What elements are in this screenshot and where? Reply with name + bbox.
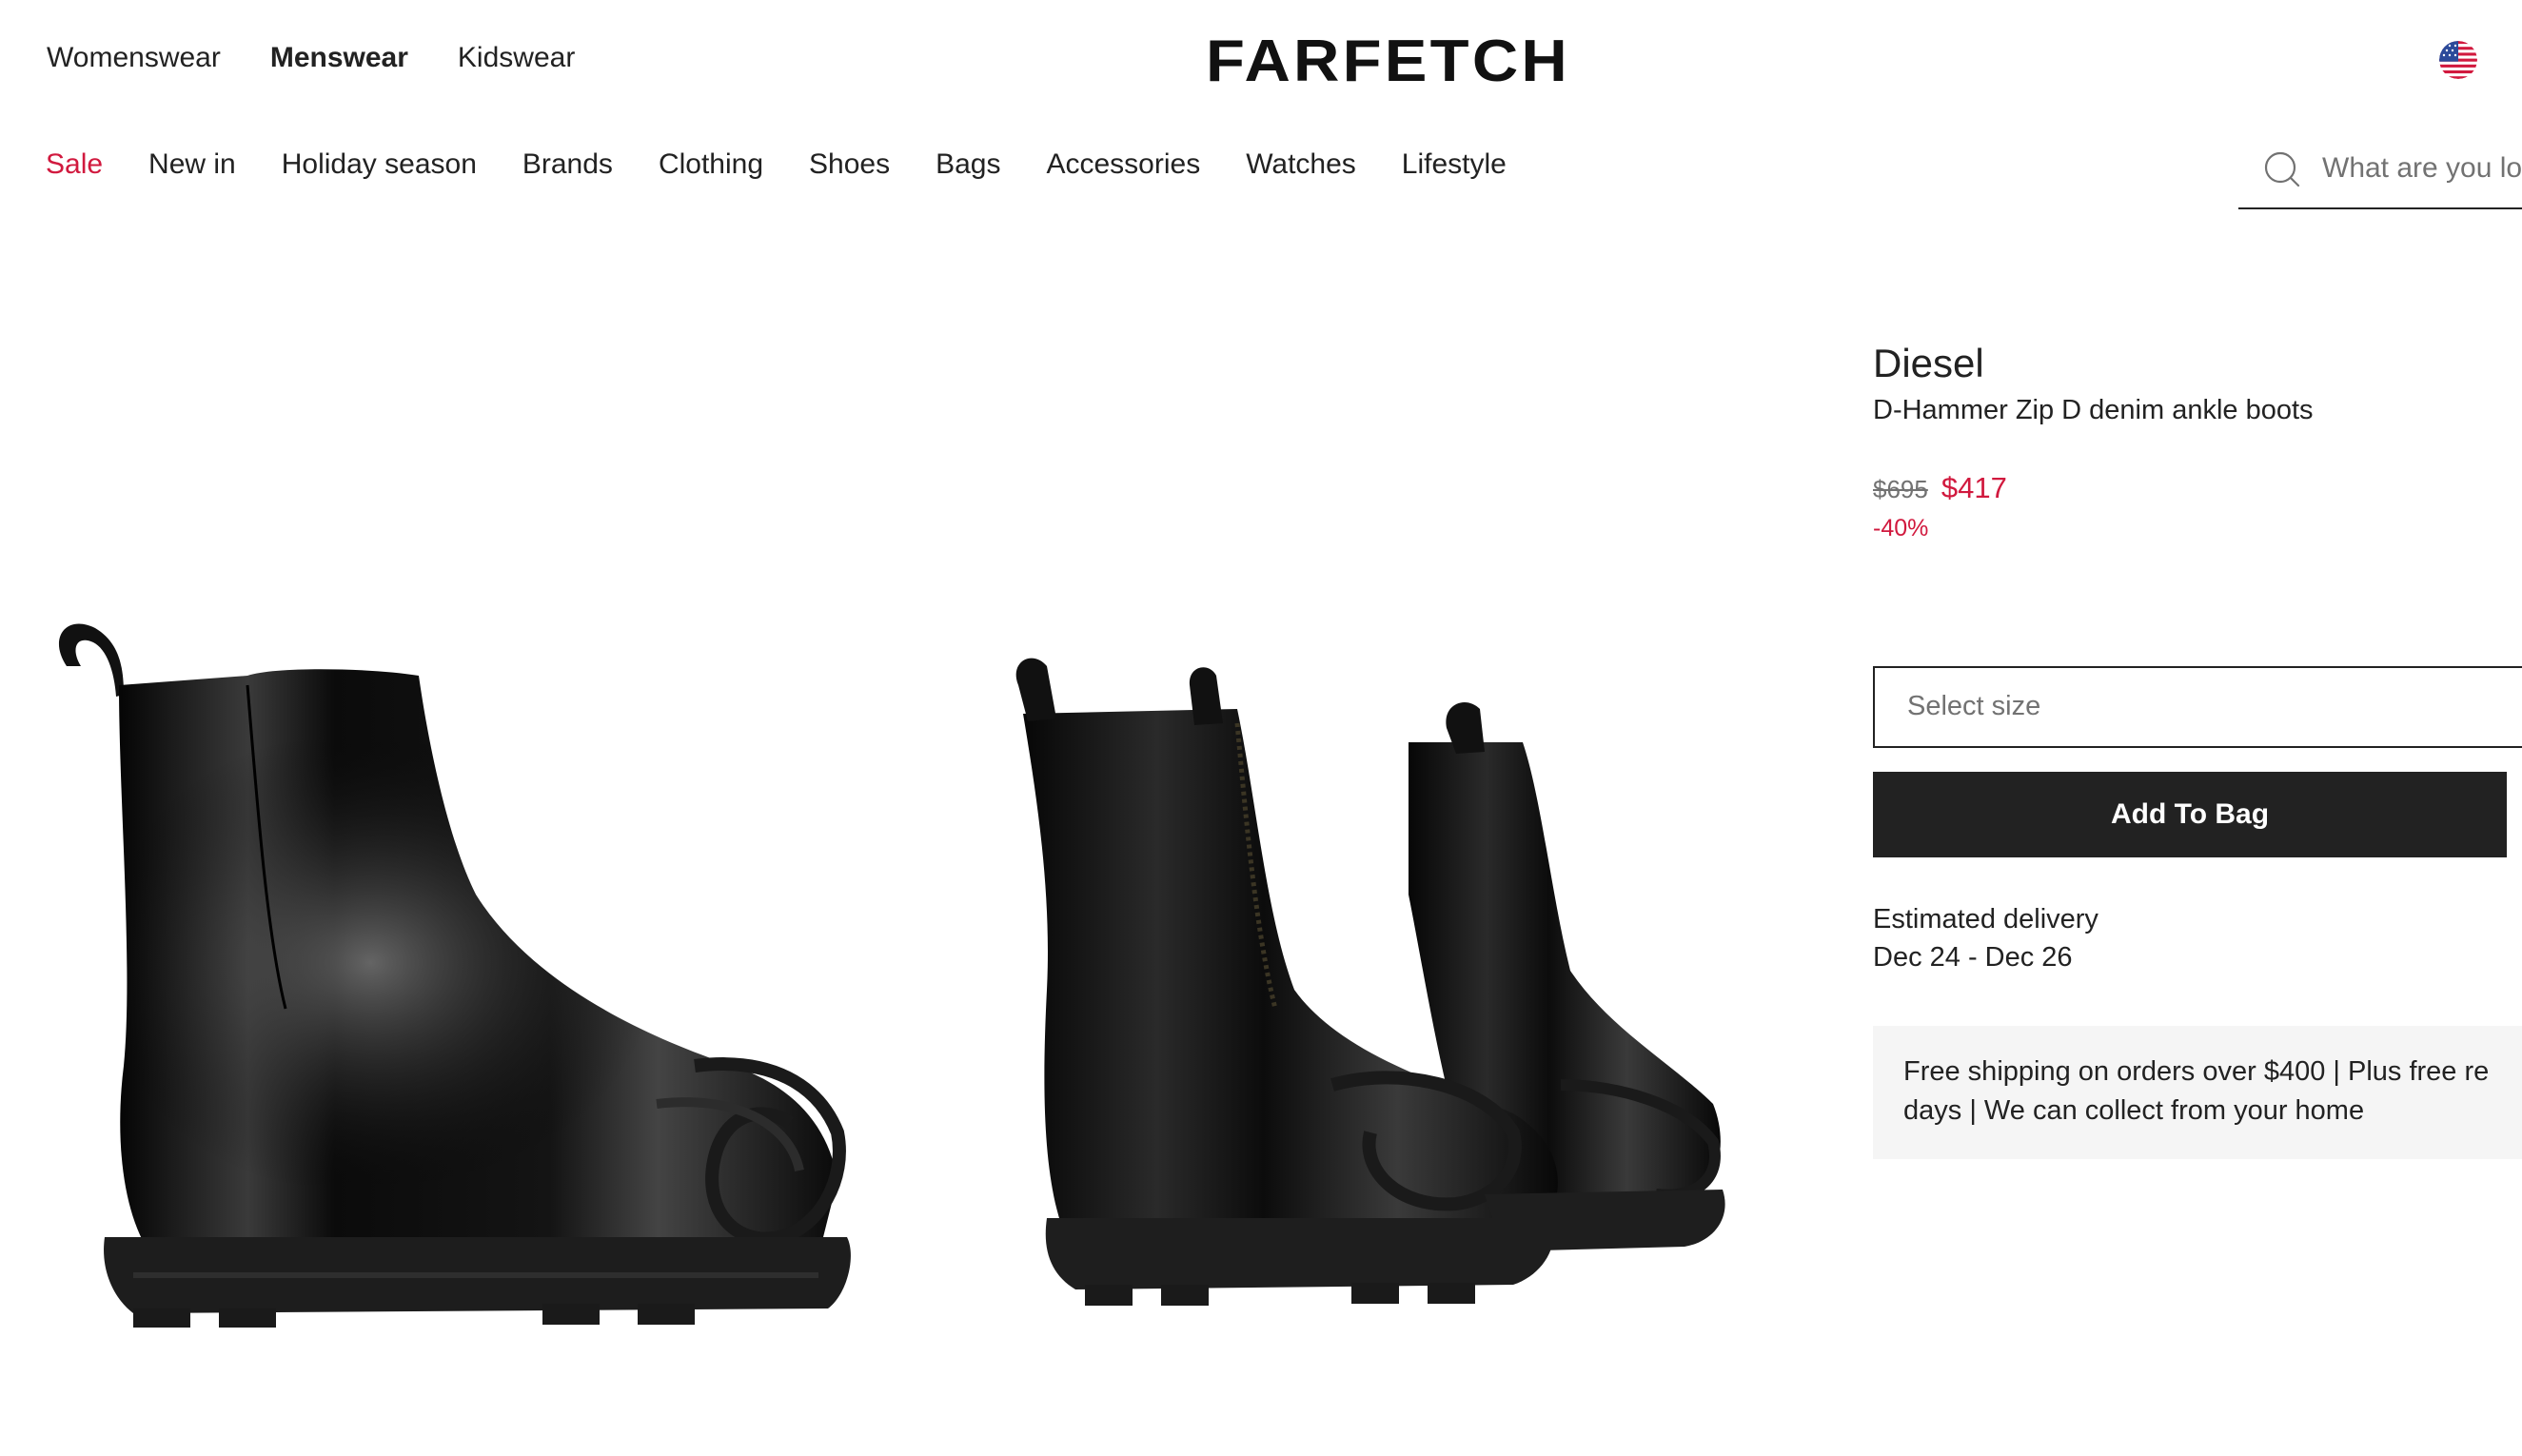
category-watches[interactable]: Watches [1246, 148, 1356, 181]
search-input[interactable]: What are you lo [2238, 141, 2522, 209]
gender-link-kidswear[interactable]: Kidswear [458, 42, 575, 74]
category-sale[interactable]: Sale [46, 148, 103, 181]
shipping-info-text: Free shipping on orders over $400 | Plus… [1903, 1053, 2522, 1131]
category-new-in[interactable]: New in [148, 148, 236, 181]
estimated-delivery-label: Estimated delivery [1873, 904, 2098, 935]
category-holiday-season[interactable]: Holiday season [282, 148, 477, 181]
category-shoes[interactable]: Shoes [809, 148, 890, 181]
gender-link-menswear[interactable]: Menswear [270, 42, 408, 74]
category-lifestyle[interactable]: Lifestyle [1402, 148, 1507, 181]
gender-nav: Womenswear Menswear Kidswear [47, 42, 624, 74]
product-image-pair-view[interactable] [952, 400, 1799, 1332]
estimated-delivery-dates: Dec 24 - Dec 26 [1873, 942, 2073, 973]
product-brand[interactable]: Diesel [1873, 338, 2522, 389]
category-brands[interactable]: Brands [522, 148, 613, 181]
farfetch-logo[interactable]: FARFETCH [1206, 29, 1570, 95]
product-name: D-Hammer Zip D denim ankle boots [1873, 395, 2314, 425]
price-row: $695 $417 [1873, 471, 2007, 505]
category-clothing[interactable]: Clothing [659, 148, 763, 181]
category-nav: Sale New in Holiday season Brands Clothi… [46, 148, 1552, 181]
original-price: $695 [1873, 475, 1928, 503]
size-select[interactable]: Select size [1873, 666, 2522, 748]
top-bar: Womenswear Menswear Kidswear FARFETCH [0, 0, 2522, 122]
category-bags[interactable]: Bags [936, 148, 1000, 181]
shipping-line-2: days | We can collect from your home [1903, 1095, 2365, 1126]
discount-badge: -40% [1873, 515, 1929, 541]
search-icon [2264, 151, 2300, 187]
us-flag-icon[interactable] [2439, 41, 2477, 79]
product-info-panel: Diesel D-Hammer Zip D denim ankle boots … [1873, 338, 2522, 1159]
search-placeholder: What are you lo [2322, 152, 2522, 184]
gender-link-womenswear[interactable]: Womenswear [47, 42, 221, 74]
product-image-side-view[interactable] [29, 400, 961, 1332]
add-to-bag-button[interactable]: Add To Bag [1873, 772, 2507, 857]
shipping-line-1: Free shipping on orders over $400 | Plus… [1903, 1056, 2490, 1087]
category-accessories[interactable]: Accessories [1046, 148, 1200, 181]
shipping-banner: Free shipping on orders over $400 | Plus… [1873, 1026, 2522, 1159]
sale-price: $417 [1941, 471, 2007, 504]
size-select-placeholder: Select size [1907, 691, 2041, 721]
